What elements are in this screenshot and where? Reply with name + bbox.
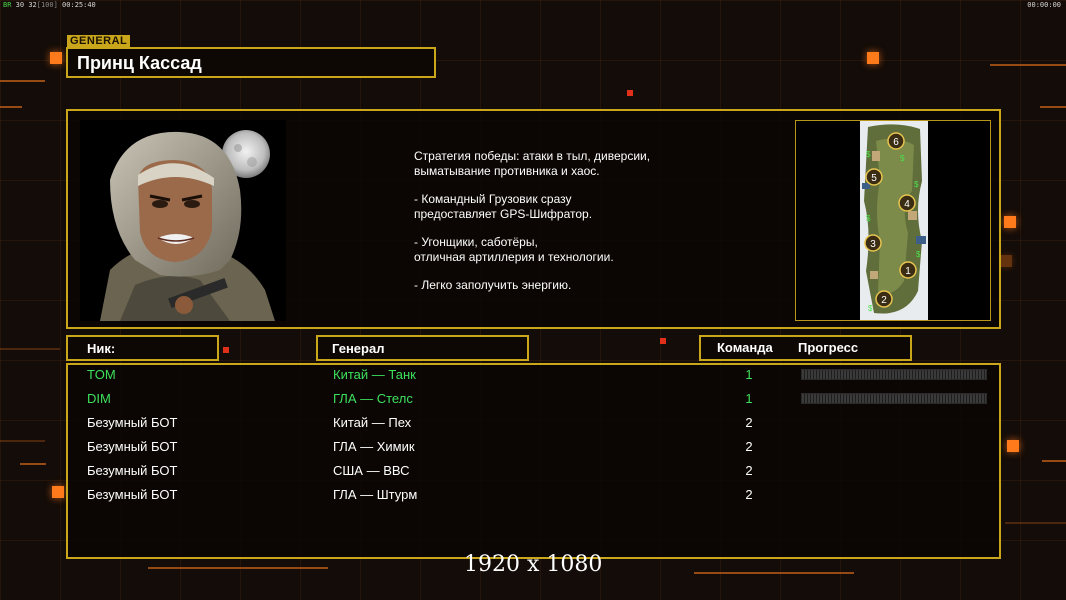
resolution-label: 1920 x 1080 — [464, 552, 603, 577]
strategy-description: Стратегия победы: атаки в тыл, диверсии,… — [414, 149, 744, 306]
hud-prefix: BR — [3, 1, 12, 9]
fps-counter: BR 30 32[100] 00:25:40 — [0, 0, 99, 10]
svg-text:4: 4 — [904, 199, 910, 210]
decor-line — [1005, 522, 1066, 524]
hud-clock: 00:00:00 — [1027, 1, 1061, 9]
player-team: 2 — [745, 463, 753, 478]
player-team: 2 — [745, 415, 753, 430]
supply-marker: $ — [866, 214, 871, 223]
general-tag: GENERAL — [67, 35, 131, 47]
start-position-marker: 1 — [899, 261, 917, 279]
player-team: 2 — [745, 439, 753, 454]
table-row: Безумный БОТ США — ВВС 2 — [68, 461, 1003, 485]
decor-square — [1004, 216, 1016, 228]
header-nick-label: Ник: — [87, 341, 116, 356]
strategy-line: - Легко заполучить энергию. — [414, 278, 572, 292]
svg-text:6: 6 — [893, 137, 899, 148]
table-row: TOM Китай — Танк 1 — [68, 365, 1003, 389]
decor-line — [0, 80, 45, 82]
decor-line — [694, 572, 854, 574]
player-general: ГЛА — Химик — [333, 439, 415, 454]
loading-progress-bar — [801, 369, 987, 380]
hud-elapsed-time: 00:25:40 — [62, 1, 96, 9]
strategy-line: Стратегия победы: атаки в тыл, диверсии,… — [414, 149, 651, 178]
decor-line — [20, 463, 46, 465]
start-position-marker: 2 — [875, 290, 893, 308]
player-team: 2 — [745, 487, 753, 502]
table-row: Безумный БОТ Китай — Пех 2 — [68, 413, 1003, 437]
header-progress-label: Прогресс — [798, 340, 859, 355]
strategy-line: - Угонщики, саботёры, отличная артиллери… — [414, 235, 614, 264]
svg-text:2: 2 — [881, 295, 887, 306]
start-position-marker: 3 — [864, 234, 882, 252]
general-portrait — [80, 120, 286, 321]
loading-progress-bar — [801, 393, 987, 404]
decor-line — [0, 106, 22, 108]
strategy-line: - Командный Грузовик сразу предоставляет… — [414, 192, 593, 221]
player-nick: DIM — [87, 391, 111, 406]
decor-dot — [660, 338, 666, 344]
start-position-marker: 5 — [865, 168, 883, 186]
decor-line — [1042, 460, 1066, 462]
player-team: 1 — [745, 367, 753, 382]
decor-line — [1040, 106, 1066, 108]
hud-bracket: [100] — [36, 1, 58, 9]
decor-line — [148, 567, 328, 569]
table-row: DIM ГЛА — Стелс 1 — [68, 389, 1003, 413]
player-nick: TOM — [87, 367, 116, 382]
decor-square — [1000, 255, 1012, 267]
supply-marker: $ — [914, 180, 919, 189]
svg-text:3: 3 — [870, 239, 876, 250]
decor-dot — [627, 90, 633, 96]
decor-line — [0, 440, 45, 442]
player-general: США — ВВС — [333, 463, 410, 478]
player-nick: Безумный БОТ — [87, 415, 178, 430]
decor-square — [50, 52, 62, 64]
supply-marker: $ — [866, 150, 871, 159]
general-name: Принц Кассад — [77, 53, 202, 73]
start-position-marker: 4 — [898, 194, 916, 212]
decor-square — [1007, 440, 1019, 452]
table-row: Безумный БОТ ГЛА — Штурм 2 — [68, 485, 1003, 509]
decor-dot — [223, 347, 229, 353]
hud-value: 32 — [28, 1, 37, 9]
svg-text:5: 5 — [871, 173, 877, 184]
supply-marker: $ — [868, 304, 873, 313]
header-nick: Ник: — [66, 335, 219, 361]
header-general-label: Генерал — [332, 341, 385, 356]
player-nick: Безумный БОТ — [87, 463, 178, 478]
decor-line — [990, 64, 1066, 66]
player-general: Китай — Пех — [333, 415, 412, 430]
player-general: ГЛА — Штурм — [333, 487, 418, 502]
header-general: Генерал — [316, 335, 529, 361]
decor-square — [52, 486, 64, 498]
player-team: 1 — [745, 391, 753, 406]
players-table: TOM Китай — Танк 1 DIM ГЛА — Стелс 1 Без… — [66, 363, 1001, 559]
player-nick: Безумный БОТ — [87, 439, 178, 454]
decor-square — [867, 52, 879, 64]
table-row: Безумный БОТ ГЛА — Химик 2 — [68, 437, 1003, 461]
supply-marker: $ — [916, 250, 921, 259]
start-position-marker: 6 — [887, 132, 905, 150]
player-general: ГЛА — Стелс — [333, 391, 413, 406]
map-preview[interactable]: 6 5 4 3 1 2 $ $ $ $ $ $ — [795, 120, 991, 321]
decor-line — [0, 348, 60, 350]
svg-text:1: 1 — [905, 266, 911, 277]
general-name-box: Принц Кассад — [66, 47, 436, 78]
header-team-label: Команда — [717, 340, 773, 355]
player-general: Китай — Танк — [333, 367, 416, 382]
general-info-panel: Стратегия победы: атаки в тыл, диверсии,… — [66, 109, 1001, 329]
header-team-progress: Команда Прогресс — [699, 335, 912, 361]
hud-fps: 30 — [15, 1, 25, 9]
player-nick: Безумный БОТ — [87, 487, 178, 502]
supply-marker: $ — [900, 154, 905, 163]
